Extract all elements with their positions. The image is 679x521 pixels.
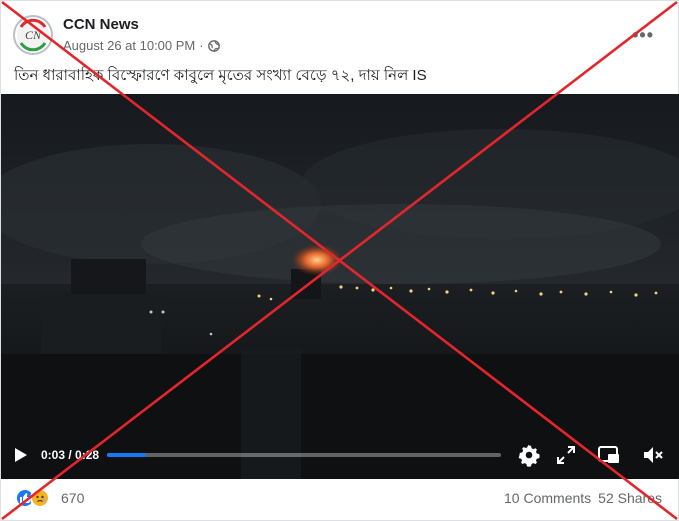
post-stats: 10 Comments 52 Shares: [504, 490, 662, 506]
post-timestamp[interactable]: August 26 at 10:00 PM: [63, 38, 195, 53]
fullscreen-icon[interactable]: [554, 443, 578, 467]
post-meta: August 26 at 10:00 PM ·: [63, 38, 220, 53]
comments-link[interactable]: 10 Comments: [504, 490, 591, 506]
post-header: CN CCN News August 26 at 10:00 PM · •••: [13, 11, 668, 57]
avatar[interactable]: CN: [13, 15, 53, 55]
globe-icon: [207, 39, 220, 52]
post-card: CN CCN News August 26 at 10:00 PM · ••• …: [0, 0, 679, 521]
ccn-logo: CN: [17, 18, 49, 52]
video-controls: 0:03 / 0:28: [1, 433, 679, 479]
volume-icon[interactable]: [641, 443, 665, 467]
reaction-count[interactable]: 670: [61, 490, 84, 506]
page-name[interactable]: CCN News: [63, 16, 139, 33]
progress-bar[interactable]: [107, 453, 501, 457]
post-footer: 670 10 Comments 52 Shares: [13, 485, 668, 511]
reactions[interactable]: [15, 488, 50, 508]
time-display: 0:03 / 0:28: [41, 448, 99, 462]
video-player[interactable]: 0:03 / 0:28: [1, 94, 679, 479]
avatar-text: CN: [25, 28, 42, 42]
sad-icon: [30, 488, 50, 508]
video-frame: [1, 94, 679, 479]
duration: 0:28: [75, 448, 100, 462]
post-caption: তিন ধারাবাহিক বিস্ফোরণে কাবুলে মৃতের সংখ…: [14, 67, 427, 84]
time-separator: /: [65, 448, 76, 462]
meta-separator: ·: [199, 38, 204, 53]
progress-fill: [107, 453, 147, 457]
more-icon[interactable]: •••: [632, 25, 654, 46]
pip-icon[interactable]: [597, 443, 621, 467]
current-time: 0:03: [41, 448, 66, 462]
shares-link[interactable]: 52 Shares: [598, 490, 662, 506]
play-icon[interactable]: [14, 447, 28, 463]
settings-icon[interactable]: [517, 443, 541, 467]
